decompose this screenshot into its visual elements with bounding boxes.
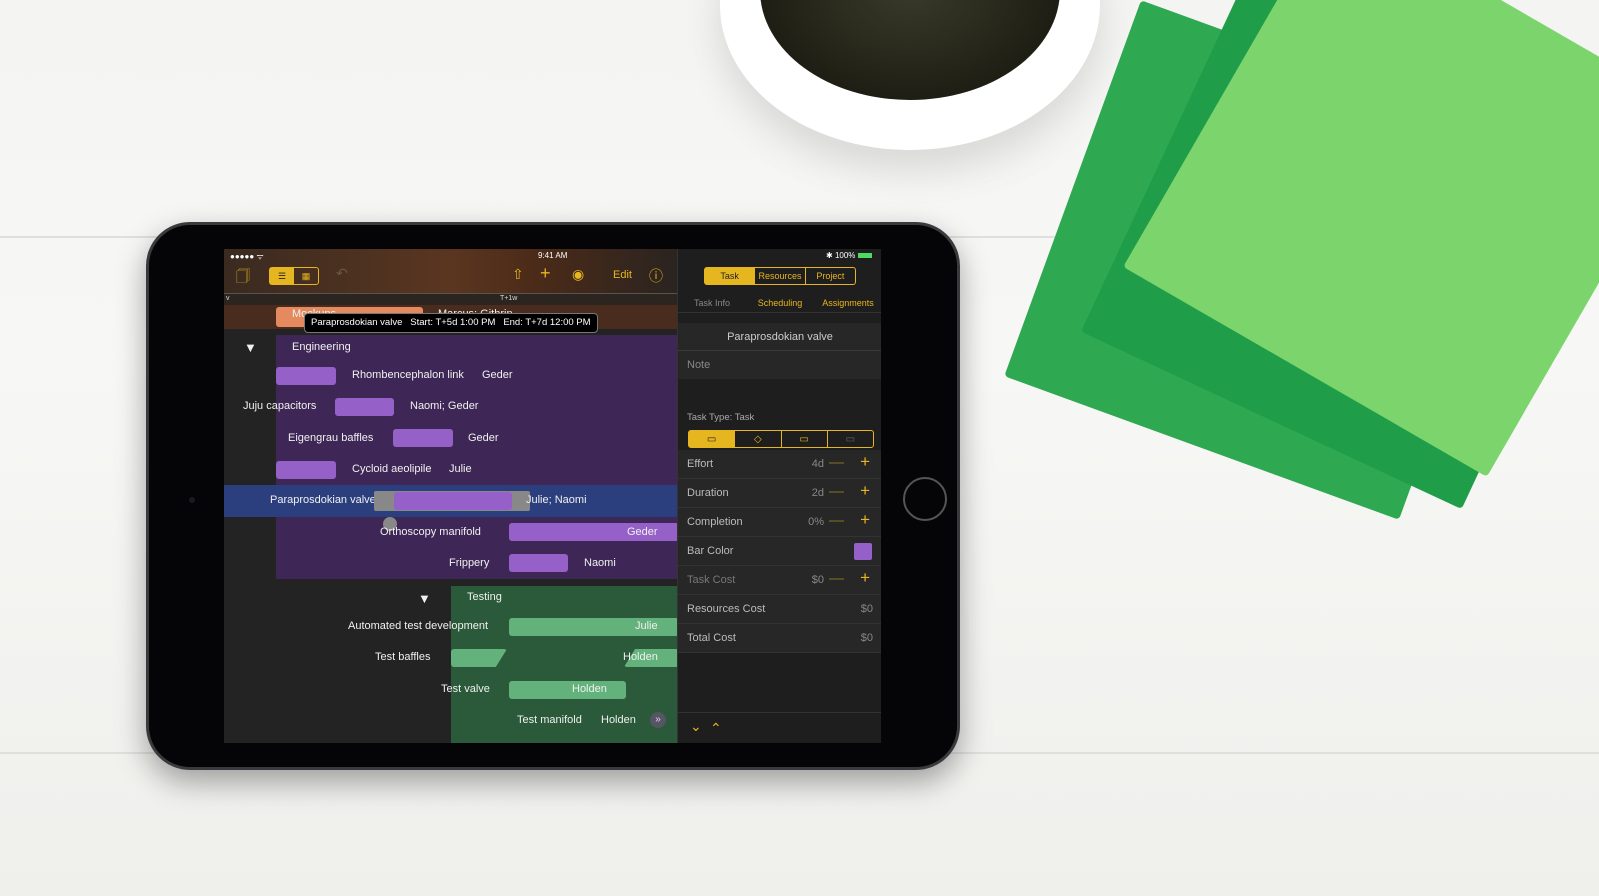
gantt-view: ●●●●● ᯤ 9:41 AM 🗍 ☰ ▦ ↶ ⇧ + ◉ Edit ⓘ v T… [224, 249, 679, 743]
timeline-marker: v [226, 295, 230, 302]
coffee-cup [720, 0, 1100, 150]
timeline-header: v T+1w [224, 293, 677, 305]
bar-color-row: Bar Color [678, 537, 881, 566]
chevron-up-icon[interactable]: ⌃ [710, 720, 722, 737]
task-label: Juju capacitors [243, 400, 317, 412]
task-bar[interactable] [276, 367, 336, 385]
resource-label: Geder [627, 526, 658, 538]
collapse-triangle-icon[interactable]: ▼ [244, 340, 257, 355]
documents-icon[interactable]: 🗍 [236, 266, 250, 290]
completion-row: Completion 0% — + [678, 508, 881, 537]
group-label: Engineering [292, 341, 351, 353]
resource-label: Naomi; Geder [410, 400, 479, 412]
more-chevron-icon[interactable]: » [650, 712, 666, 728]
task-type-group-icon[interactable]: ▭ [782, 431, 828, 447]
minus-icon[interactable]: — [829, 454, 844, 471]
info-icon[interactable]: ⓘ [649, 266, 663, 286]
task-type-task-icon[interactable]: ▭ [689, 431, 736, 447]
task-type-hammock-icon[interactable]: ▭ [828, 431, 873, 447]
resource-label: Geder [482, 369, 513, 381]
note-field[interactable]: Note [678, 351, 881, 379]
task-label: Test valve [441, 683, 490, 695]
task-type-selector: ▭ ◇ ▭ ▭ [688, 430, 874, 448]
network-view-icon[interactable]: ▦ [294, 268, 318, 284]
undo-icon[interactable]: ↶ [336, 265, 348, 282]
task-label: Test baffles [375, 651, 431, 663]
task-bar[interactable] [509, 554, 568, 572]
resource-label: Julie [449, 463, 472, 475]
edit-button[interactable]: Edit [613, 269, 632, 281]
signal-status: ●●●●● ᯤ [230, 252, 264, 261]
resource-label: Holden [572, 683, 607, 695]
subtab-scheduling[interactable]: Scheduling [746, 293, 814, 312]
task-bar[interactable] [276, 461, 336, 479]
inspector-tabs: Task Resources Project [704, 267, 856, 285]
add-icon[interactable]: + [540, 263, 551, 284]
task-title[interactable]: Paraprosdokian valve [678, 323, 881, 351]
bar-color-swatch[interactable] [854, 543, 872, 560]
tab-task[interactable]: Task [705, 268, 756, 284]
tab-resources[interactable]: Resources [755, 268, 806, 284]
task-bar[interactable] [393, 429, 453, 447]
task-label: Orthoscopy manifold [380, 526, 481, 538]
eye-icon[interactable]: ◉ [572, 266, 584, 283]
subtab-task-info[interactable]: Task Info [678, 293, 746, 312]
gantt-view-icon[interactable]: ☰ [270, 268, 294, 284]
task-label: Paraprosdokian valve [270, 494, 376, 506]
task-label: Cycloid aeolipile [352, 463, 432, 475]
plus-icon[interactable]: + [860, 568, 870, 588]
subtab-assignments[interactable]: Assignments [814, 293, 881, 312]
minus-icon[interactable]: — [829, 570, 844, 587]
effort-row: Effort 4d — + [678, 450, 881, 479]
toolbar: ●●●●● ᯤ 9:41 AM 🗍 ☰ ▦ ↶ ⇧ + ◉ Edit ⓘ [224, 249, 677, 297]
plus-icon[interactable]: + [860, 452, 870, 472]
duration-row: Duration 2d — + [678, 479, 881, 508]
task-type-milestone-icon[interactable]: ◇ [735, 431, 782, 447]
group-label: Testing [467, 591, 502, 603]
resources-cost-row: Resources Cost $0 [678, 595, 881, 624]
nav-footer: ⌄ ⌃ [678, 712, 881, 743]
task-label: Eigengrau baffles [288, 432, 374, 444]
tooltip: Paraprosdokian valve Start: T+5d 1:00 PM… [304, 313, 598, 333]
inspector-subtabs: Task Info Scheduling Assignments [678, 293, 881, 313]
task-label: Frippery [449, 557, 490, 569]
plus-icon[interactable]: + [860, 481, 870, 501]
task-cost-row: Task Cost $0— + [678, 566, 881, 595]
resource-label: Holden [623, 651, 658, 663]
task-bar[interactable] [509, 681, 626, 699]
selected-task-bar[interactable] [394, 492, 512, 510]
minus-icon[interactable]: — [829, 483, 844, 500]
resource-label: Geder [468, 432, 499, 444]
tab-project[interactable]: Project [806, 268, 855, 284]
resource-label: Holden [601, 714, 636, 726]
timeline-marker: T+1w [500, 295, 518, 302]
resource-label: Julie [635, 620, 658, 632]
total-cost-row: Total Cost $0 [678, 624, 881, 653]
resource-label: Julie; Naomi [526, 494, 587, 506]
home-button[interactable] [903, 477, 947, 521]
task-label: Automated test development [348, 620, 489, 632]
camera [189, 497, 195, 503]
collapse-triangle-icon[interactable]: ▼ [418, 591, 431, 606]
clock: 9:41 AM [538, 251, 568, 260]
inspector-panel: ✱ 100% Task Resources Project Task Info … [677, 249, 881, 743]
task-bar[interactable] [335, 398, 394, 416]
engineering-group-bg [276, 335, 677, 579]
task-label: Rhombencephalon link [352, 369, 464, 381]
task-type-label: Task Type: Task [687, 412, 755, 423]
task-label: Test manifold [517, 714, 582, 726]
resource-label: Naomi [584, 557, 616, 569]
chevron-down-icon[interactable]: ⌄ [690, 718, 702, 735]
battery-status: ✱ 100% [826, 251, 872, 260]
share-icon[interactable]: ⇧ [512, 266, 524, 283]
plus-icon[interactable]: + [860, 510, 870, 530]
screen: ●●●●● ᯤ 9:41 AM 🗍 ☰ ▦ ↶ ⇧ + ◉ Edit ⓘ v T… [224, 249, 881, 743]
minus-icon[interactable]: — [829, 512, 844, 529]
view-switcher[interactable]: ☰ ▦ [269, 267, 319, 285]
